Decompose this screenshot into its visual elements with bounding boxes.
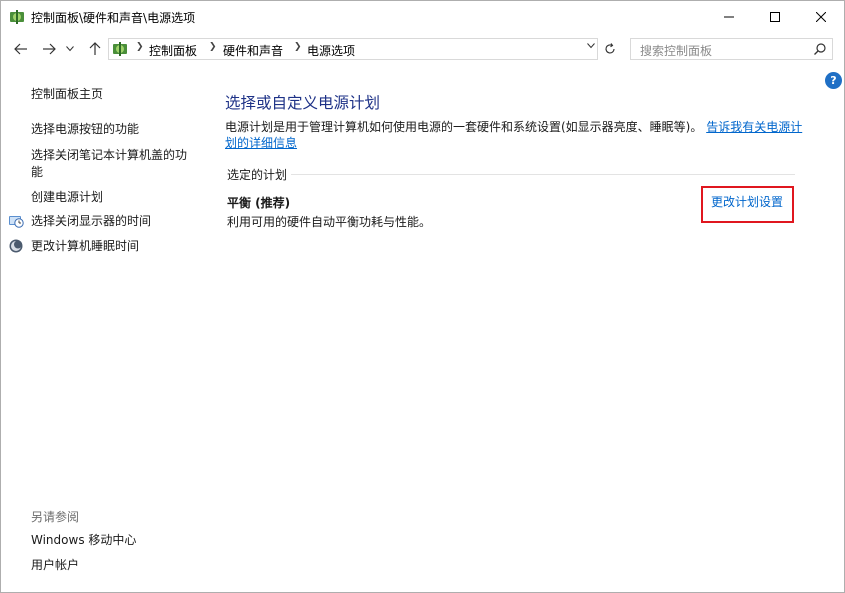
up-button[interactable] [85, 39, 105, 59]
control-panel-icon [113, 42, 127, 56]
back-button[interactable] [11, 39, 31, 59]
sidebar-item-create-plan[interactable]: 创建电源计划 [31, 189, 103, 206]
minimize-button[interactable] [706, 1, 752, 33]
window-title: 控制面板\硬件和声音\电源选项 [31, 11, 196, 25]
sidebar-item-sleep-time[interactable]: 更改计算机睡眠时间 [31, 238, 139, 255]
title-bar: 控制面板\硬件和声音\电源选项 [1, 1, 844, 33]
search-placeholder: 搜索控制面板 [640, 44, 713, 58]
highlight-box [701, 186, 794, 223]
forward-button[interactable] [39, 39, 59, 59]
close-icon [816, 12, 826, 22]
arrow-up-icon [89, 42, 101, 55]
maximize-icon [770, 12, 780, 22]
breadcrumb-power-options[interactable]: 电源选项 [307, 42, 355, 59]
breadcrumb-control-panel[interactable]: 控制面板 [149, 42, 197, 59]
breadcrumb-separator-icon[interactable]: ❯ [209, 42, 217, 52]
control-panel-icon [10, 10, 24, 24]
selected-plan-heading: 选定的计划 [227, 168, 288, 182]
minimize-icon [724, 16, 734, 18]
sidebar-item-lid-close[interactable]: 选择关闭笔记本计算机盖的功 能 [31, 147, 187, 181]
refresh-icon [605, 43, 615, 54]
search-input[interactable]: 搜索控制面板 [630, 38, 833, 60]
page-title: 选择或自定义电源计划 [225, 94, 381, 112]
search-icon[interactable] [813, 42, 827, 56]
sidebar-item-power-button[interactable]: 选择电源按钮的功能 [31, 121, 139, 138]
sidebar-item-user-accounts[interactable]: 用户帐户 [31, 557, 79, 574]
navigation-bar: ❯ 控制面板 ❯ 硬件和声音 ❯ 电源选项 搜索控制面板 [1, 34, 844, 64]
address-dropdown-icon[interactable] [587, 42, 595, 52]
plan-name: 平衡 (推荐) [227, 196, 291, 210]
arrow-right-icon [43, 43, 56, 55]
clock-monitor-icon [9, 216, 24, 228]
sidebar-item-lid-close-line1: 选择关闭笔记本计算机盖的功 [31, 148, 188, 162]
address-bar[interactable]: ❯ 控制面板 ❯ 硬件和声音 ❯ 电源选项 [108, 38, 598, 60]
chevron-down-icon [66, 46, 74, 52]
plan-description: 利用可用的硬件自动平衡功耗与性能。 [227, 215, 432, 229]
help-button[interactable]: ? [825, 72, 842, 89]
breadcrumb-separator-icon[interactable]: ❯ [136, 42, 144, 52]
breadcrumb-hardware-sound[interactable]: 硬件和声音 [223, 42, 283, 59]
maximize-button[interactable] [752, 1, 798, 33]
control-panel-window: 控制面板\硬件和声音\电源选项 ❯ 控制面板 ❯ 硬件和声音 ❯ 电源选项 搜索… [0, 0, 845, 593]
sidebar-item-control-panel-home[interactable]: 控制面板主页 [31, 86, 103, 103]
close-button[interactable] [798, 1, 844, 33]
sidebar-item-mobility-center[interactable]: Windows 移动中心 [31, 532, 136, 549]
section-divider [291, 174, 795, 175]
page-description: 电源计划是用于管理计算机如何使用电源的一套硬件和系统设置(如显示器亮度、睡眠等)… [225, 119, 805, 151]
refresh-button[interactable] [600, 38, 620, 60]
arrow-left-icon [14, 43, 27, 55]
see-also-heading: 另请参阅 [31, 510, 80, 524]
breadcrumb-separator-icon[interactable]: ❯ [294, 42, 302, 52]
description-text: 电源计划是用于管理计算机如何使用电源的一套硬件和系统设置(如显示器亮度、睡眠等)… [225, 120, 703, 134]
sidebar-item-lid-close-line2: 能 [31, 165, 44, 179]
moon-icon [9, 239, 23, 253]
recent-locations-button[interactable] [63, 39, 77, 59]
sidebar-item-display-off[interactable]: 选择关闭显示器的时间 [31, 213, 151, 230]
